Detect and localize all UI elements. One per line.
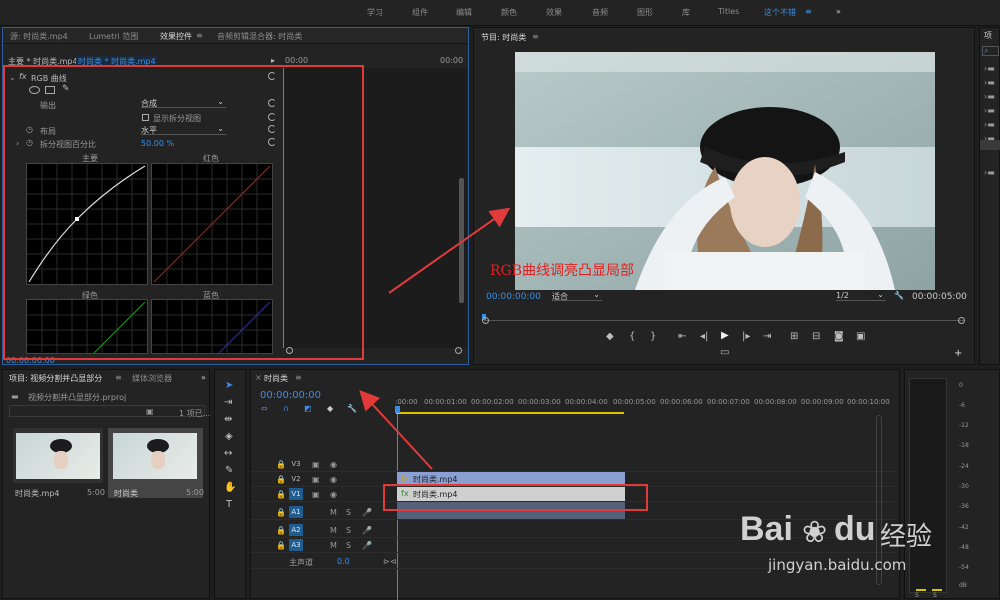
watermark-cn: 经验 [880, 522, 933, 552]
paw-icon: ❀ [802, 515, 828, 550]
baidu-watermark: Bai ❀ du 经验 jingyan.baidu.com [740, 510, 960, 590]
arrow-to-timeline [359, 390, 433, 470]
watermark-brand: Bai [740, 510, 793, 548]
watermark-brand2: du [834, 510, 876, 548]
watermark-url: jingyan.baidu.com [768, 556, 907, 574]
arrow-to-monitor [388, 207, 511, 294]
